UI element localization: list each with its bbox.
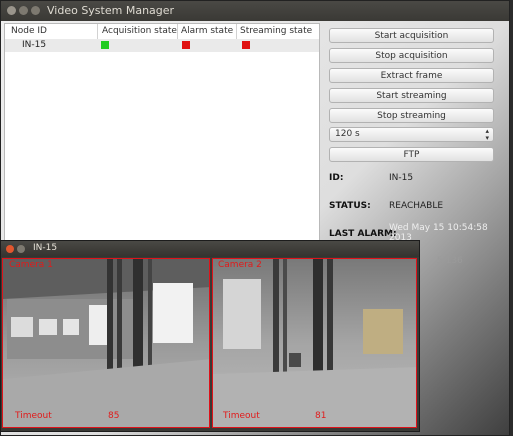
- extract-frame-button[interactable]: Extract frame: [329, 68, 494, 83]
- node-table: Node ID Acquisition state Alarm state St…: [4, 23, 320, 245]
- duration-value: 120 s: [335, 129, 360, 139]
- id-value: IN-15: [389, 173, 414, 183]
- header-separator: [177, 24, 178, 39]
- table-header: Node ID Acquisition state Alarm state St…: [5, 24, 319, 40]
- header-streaming-state[interactable]: Streaming state: [240, 26, 312, 36]
- camera-2-timeout-value: 81: [315, 411, 327, 421]
- stop-streaming-button[interactable]: Stop streaming: [329, 108, 494, 123]
- minimize-icon[interactable]: [17, 245, 25, 253]
- header-alarm-state[interactable]: Alarm state: [181, 26, 233, 36]
- start-acquisition-button[interactable]: Start acquisition: [329, 28, 494, 43]
- stop-acquisition-button[interactable]: Stop acquisition: [329, 48, 494, 63]
- id-label: ID:: [329, 173, 344, 183]
- table-row[interactable]: IN-15: [5, 39, 319, 52]
- header-node-id[interactable]: Node ID: [11, 26, 47, 36]
- last-alarm-label: LAST ALARM:: [329, 229, 397, 239]
- partial-value: 5.136: [437, 256, 463, 266]
- camera-titlebar[interactable]: IN-15: [1, 241, 419, 257]
- close-icon[interactable]: [6, 245, 14, 253]
- camera-2-image: [213, 259, 416, 427]
- minimize-icon[interactable]: [19, 6, 28, 15]
- start-streaming-button[interactable]: Start streaming: [329, 88, 494, 103]
- camera-1-label: Camera 1: [9, 260, 53, 270]
- spin-arrows-icon: ▴ ▾: [485, 127, 489, 142]
- streaming-state-indicator: [242, 41, 250, 49]
- camera-1-image: [3, 259, 209, 427]
- status-value: REACHABLE: [389, 201, 444, 211]
- camera-1-timeout-value: 85: [108, 411, 120, 421]
- close-icon[interactable]: [7, 6, 16, 15]
- camera-1-feed[interactable]: Camera 1 Timeout 85: [2, 258, 210, 428]
- maximize-icon[interactable]: [31, 6, 40, 15]
- main-titlebar[interactable]: Video System Manager: [1, 1, 509, 21]
- alarm-state-indicator: [182, 41, 190, 49]
- camera-2-feed[interactable]: Camera 2 Timeout 81: [212, 258, 417, 428]
- header-acquisition-state[interactable]: Acquisition state: [102, 26, 177, 36]
- duration-select[interactable]: 120 s ▴ ▾: [329, 127, 494, 142]
- camera-window: IN-15 Camera 1 Timeout 85 Camera 2 Timeo…: [0, 240, 420, 432]
- header-separator: [236, 24, 237, 39]
- header-separator: [97, 24, 98, 39]
- ftp-button[interactable]: FTP: [329, 147, 494, 162]
- node-id-cell: IN-15: [22, 40, 47, 50]
- camera-window-title: IN-15: [33, 243, 58, 253]
- camera-2-timeout-label: Timeout: [223, 411, 260, 421]
- status-label: STATUS:: [329, 201, 371, 211]
- acquisition-state-indicator: [101, 41, 109, 49]
- camera-2-label: Camera 2: [218, 260, 262, 270]
- camera-1-timeout-label: Timeout: [15, 411, 52, 421]
- window-title: Video System Manager: [47, 4, 175, 17]
